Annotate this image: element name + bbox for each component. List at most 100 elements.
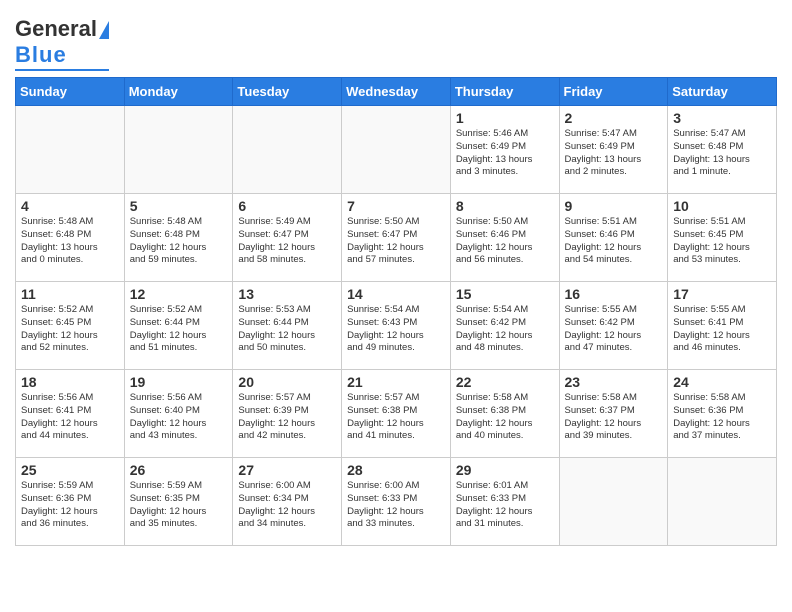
- day-info: Sunrise: 5:55 AM Sunset: 6:42 PM Dayligh…: [565, 304, 663, 355]
- calendar-cell: 15 Sunrise: 5:54 AM Sunset: 6:42 PM Dayli…: [450, 282, 559, 370]
- day-info: Sunrise: 5:58 AM Sunset: 6:38 PM Dayligh…: [456, 392, 554, 443]
- day-header-wednesday: Wednesday: [342, 78, 451, 106]
- calendar-cell: 12 Sunrise: 5:52 AM Sunset: 6:44 PM Dayli…: [124, 282, 233, 370]
- calendar-cell: 14 Sunrise: 5:54 AM Sunset: 6:43 PM Dayli…: [342, 282, 451, 370]
- logo: General Blue: [15, 16, 109, 71]
- calendar-cell: 11Sunrise: 5:52 AM Sunset: 6:45 PM Dayli…: [16, 282, 125, 370]
- calendar-cell: 7 Sunrise: 5:50 AM Sunset: 6:47 PM Daylig…: [342, 194, 451, 282]
- calendar-cell: [668, 458, 777, 546]
- calendar-header-row: SundayMondayTuesdayWednesdayThursdayFrid…: [16, 78, 777, 106]
- day-info: Sunrise: 5:53 AM Sunset: 6:44 PM Dayligh…: [238, 304, 336, 355]
- calendar-cell: 1 Sunrise: 5:46 AM Sunset: 6:49 PM Daylig…: [450, 106, 559, 194]
- day-number: 17: [673, 286, 771, 302]
- page-header: General Blue: [15, 10, 777, 71]
- day-number: 15: [456, 286, 554, 302]
- calendar-cell: 27 Sunrise: 6:00 AM Sunset: 6:34 PM Dayli…: [233, 458, 342, 546]
- day-info: Sunrise: 5:49 AM Sunset: 6:47 PM Dayligh…: [238, 216, 336, 267]
- calendar-cell: 28 Sunrise: 6:00 AM Sunset: 6:33 PM Dayli…: [342, 458, 451, 546]
- day-number: 14: [347, 286, 445, 302]
- day-number: 5: [130, 198, 228, 214]
- calendar-cell: [124, 106, 233, 194]
- calendar-cell: 13 Sunrise: 5:53 AM Sunset: 6:44 PM Dayli…: [233, 282, 342, 370]
- day-number: 18: [21, 374, 119, 390]
- logo-general-text: General: [15, 16, 97, 42]
- day-info: Sunrise: 5:54 AM Sunset: 6:42 PM Dayligh…: [456, 304, 554, 355]
- logo-triangle-icon: [99, 21, 109, 39]
- day-info: Sunrise: 6:00 AM Sunset: 6:33 PM Dayligh…: [347, 480, 445, 531]
- calendar-cell: 4 Sunrise: 5:48 AM Sunset: 6:48 PM Daylig…: [16, 194, 125, 282]
- day-info: Sunrise: 6:01 AM Sunset: 6:33 PM Dayligh…: [456, 480, 554, 531]
- day-number: 19: [130, 374, 228, 390]
- day-number: 27: [238, 462, 336, 478]
- day-info: Sunrise: 5:56 AM Sunset: 6:41 PM Dayligh…: [21, 392, 119, 443]
- day-info: Sunrise: 5:56 AM Sunset: 6:40 PM Dayligh…: [130, 392, 228, 443]
- calendar-cell: 3Sunrise: 5:47 AM Sunset: 6:48 PM Daylig…: [668, 106, 777, 194]
- day-number: 22: [456, 374, 554, 390]
- day-number: 28: [347, 462, 445, 478]
- logo-underline: [15, 69, 109, 71]
- day-header-monday: Monday: [124, 78, 233, 106]
- calendar-cell: [342, 106, 451, 194]
- day-number: 29: [456, 462, 554, 478]
- calendar-cell: 2Sunrise: 5:47 AM Sunset: 6:49 PM Daylig…: [559, 106, 668, 194]
- day-info: Sunrise: 5:51 AM Sunset: 6:45 PM Dayligh…: [673, 216, 771, 267]
- day-number: 7: [347, 198, 445, 214]
- day-number: 9: [565, 198, 663, 214]
- calendar-cell: 8 Sunrise: 5:50 AM Sunset: 6:46 PM Daylig…: [450, 194, 559, 282]
- day-number: 13: [238, 286, 336, 302]
- calendar-cell: 22 Sunrise: 5:58 AM Sunset: 6:38 PM Dayli…: [450, 370, 559, 458]
- calendar-cell: 23 Sunrise: 5:58 AM Sunset: 6:37 PM Dayli…: [559, 370, 668, 458]
- calendar-cell: 9 Sunrise: 5:51 AM Sunset: 6:46 PM Daylig…: [559, 194, 668, 282]
- calendar-cell: [233, 106, 342, 194]
- calendar-cell: [559, 458, 668, 546]
- day-info: Sunrise: 5:55 AM Sunset: 6:41 PM Dayligh…: [673, 304, 771, 355]
- day-info: Sunrise: 5:51 AM Sunset: 6:46 PM Dayligh…: [565, 216, 663, 267]
- day-number: 16: [565, 286, 663, 302]
- calendar-cell: 16 Sunrise: 5:55 AM Sunset: 6:42 PM Dayli…: [559, 282, 668, 370]
- calendar-cell: 24 Sunrise: 5:58 AM Sunset: 6:36 PM Dayli…: [668, 370, 777, 458]
- day-info: Sunrise: 5:50 AM Sunset: 6:46 PM Dayligh…: [456, 216, 554, 267]
- day-info: Sunrise: 5:50 AM Sunset: 6:47 PM Dayligh…: [347, 216, 445, 267]
- day-info: Sunrise: 5:59 AM Sunset: 6:36 PM Dayligh…: [21, 480, 119, 531]
- calendar-cell: 25 Sunrise: 5:59 AM Sunset: 6:36 PM Dayli…: [16, 458, 125, 546]
- day-number: 4: [21, 198, 119, 214]
- day-header-sunday: Sunday: [16, 78, 125, 106]
- calendar-cell: 21 Sunrise: 5:57 AM Sunset: 6:38 PM Dayli…: [342, 370, 451, 458]
- calendar-cell: 20Sunrise: 5:57 AM Sunset: 6:39 PM Dayli…: [233, 370, 342, 458]
- day-number: 6: [238, 198, 336, 214]
- calendar-cell: 26 Sunrise: 5:59 AM Sunset: 6:35 PM Dayli…: [124, 458, 233, 546]
- calendar-week-row: 1 Sunrise: 5:46 AM Sunset: 6:49 PM Daylig…: [16, 106, 777, 194]
- calendar-cell: 5Sunrise: 5:48 AM Sunset: 6:48 PM Daylig…: [124, 194, 233, 282]
- day-header-friday: Friday: [559, 78, 668, 106]
- calendar-cell: 18 Sunrise: 5:56 AM Sunset: 6:41 PM Dayli…: [16, 370, 125, 458]
- day-number: 12: [130, 286, 228, 302]
- day-info: Sunrise: 5:54 AM Sunset: 6:43 PM Dayligh…: [347, 304, 445, 355]
- day-info: Sunrise: 5:57 AM Sunset: 6:38 PM Dayligh…: [347, 392, 445, 443]
- calendar-cell: 29 Sunrise: 6:01 AM Sunset: 6:33 PM Dayli…: [450, 458, 559, 546]
- day-info: Sunrise: 5:58 AM Sunset: 6:37 PM Dayligh…: [565, 392, 663, 443]
- day-number: 25: [21, 462, 119, 478]
- day-number: 1: [456, 110, 554, 126]
- calendar-cell: 10 Sunrise: 5:51 AM Sunset: 6:45 PM Dayli…: [668, 194, 777, 282]
- day-info: Sunrise: 5:59 AM Sunset: 6:35 PM Dayligh…: [130, 480, 228, 531]
- day-number: 10: [673, 198, 771, 214]
- day-info: Sunrise: 6:00 AM Sunset: 6:34 PM Dayligh…: [238, 480, 336, 531]
- day-info: Sunrise: 5:47 AM Sunset: 6:49 PM Dayligh…: [565, 128, 663, 179]
- day-number: 26: [130, 462, 228, 478]
- day-info: Sunrise: 5:52 AM Sunset: 6:44 PM Dayligh…: [130, 304, 228, 355]
- day-info: Sunrise: 5:58 AM Sunset: 6:36 PM Dayligh…: [673, 392, 771, 443]
- day-number: 11: [21, 286, 119, 302]
- day-number: 23: [565, 374, 663, 390]
- day-header-thursday: Thursday: [450, 78, 559, 106]
- day-header-tuesday: Tuesday: [233, 78, 342, 106]
- day-info: Sunrise: 5:46 AM Sunset: 6:49 PM Dayligh…: [456, 128, 554, 179]
- calendar-week-row: 18 Sunrise: 5:56 AM Sunset: 6:41 PM Dayli…: [16, 370, 777, 458]
- day-info: Sunrise: 5:48 AM Sunset: 6:48 PM Dayligh…: [21, 216, 119, 267]
- logo-blue-text: Blue: [15, 42, 67, 68]
- day-number: 24: [673, 374, 771, 390]
- day-number: 8: [456, 198, 554, 214]
- calendar-cell: 19 Sunrise: 5:56 AM Sunset: 6:40 PM Dayli…: [124, 370, 233, 458]
- day-number: 3: [673, 110, 771, 126]
- calendar-week-row: 11Sunrise: 5:52 AM Sunset: 6:45 PM Dayli…: [16, 282, 777, 370]
- day-number: 21: [347, 374, 445, 390]
